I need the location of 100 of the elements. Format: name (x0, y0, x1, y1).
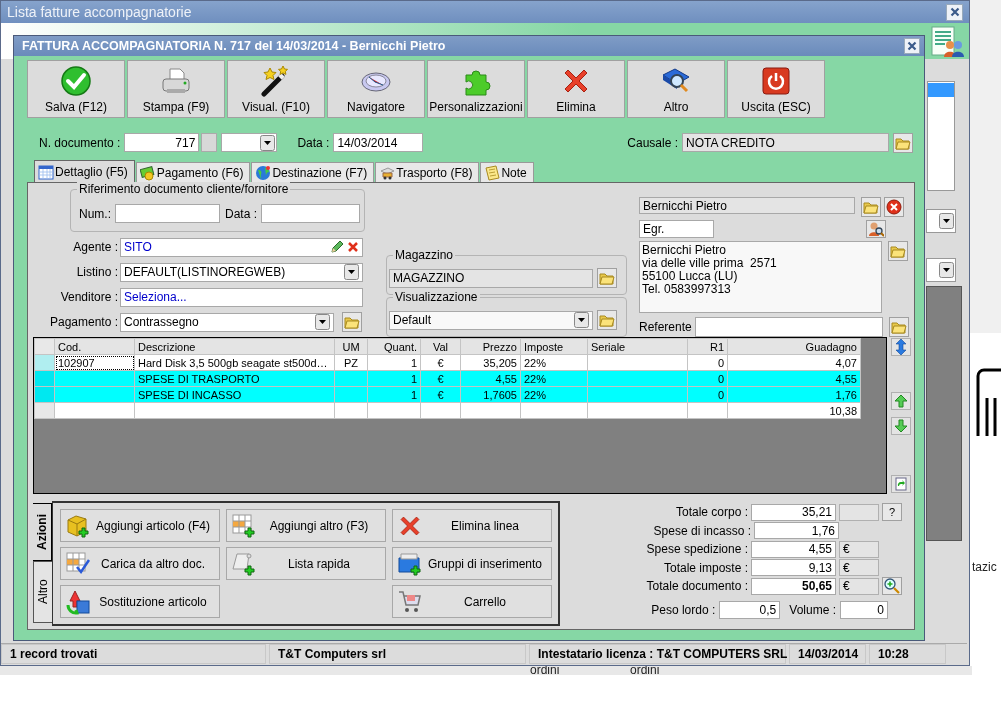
column-header[interactable]: Prezzo (460, 338, 521, 355)
folder-button[interactable] (597, 310, 617, 330)
table-cell (420, 402, 461, 419)
table-cell: 4,07 (727, 354, 861, 371)
recycle-arrows-icon (65, 588, 91, 615)
address-field[interactable]: Bernicchi Pietro via delle ville prima 2571 55100 Lucca (LU) Tel. 0583997313 (639, 241, 882, 313)
agent-field[interactable]: SITO (120, 237, 363, 257)
action-button[interactable]: Elimina linea (392, 509, 552, 542)
column-header[interactable]: Cod. (54, 338, 135, 355)
cart-icon (397, 588, 423, 615)
toolbar-button[interactable]: Personalizzazioni (427, 60, 525, 118)
column-header[interactable]: Imposte (520, 338, 588, 355)
tab[interactable]: Dettaglio (F5) (34, 160, 135, 182)
field-label: Num.: (79, 206, 111, 221)
table-cell (460, 402, 521, 419)
table-cell (520, 402, 588, 419)
group-title: Riferimento documento cliente/fornitore (77, 182, 291, 196)
move-down-button[interactable] (891, 417, 911, 435)
field-label: Data : (297, 135, 330, 150)
column-header[interactable]: UM (334, 338, 368, 355)
close-button[interactable] (946, 3, 963, 21)
column-header[interactable]: R1 (687, 338, 728, 355)
table-cell: € (420, 354, 461, 371)
refresh-button[interactable] (891, 475, 911, 493)
column-header[interactable]: Quant. (367, 338, 421, 355)
date-field[interactable]: 14/03/2014 (333, 133, 424, 152)
tab[interactable]: Trasporto (F8) (375, 162, 480, 182)
toolbar-button[interactable] (930, 25, 964, 59)
remove-button[interactable] (884, 197, 904, 217)
dropdown-field[interactable]: Contrassegno (120, 312, 334, 332)
total-field: 1,76 (754, 522, 839, 539)
dropdown-field[interactable] (926, 258, 956, 282)
action-button[interactable]: Aggiungi articolo (F4) (60, 509, 220, 542)
action-button[interactable]: Carica da altro doc. (60, 547, 220, 580)
person-search-icon (868, 221, 884, 237)
seller-field[interactable]: Seleziona... (120, 287, 363, 307)
number-field[interactable] (115, 204, 220, 223)
side-tab[interactable]: Azioni (33, 503, 52, 561)
toolbar-button[interactable]: Altro (627, 60, 725, 118)
folder-button[interactable] (893, 132, 913, 153)
number-field[interactable]: 0,5 (719, 601, 781, 619)
table-cell: 1 (367, 354, 421, 371)
field-label: Referente (639, 320, 689, 334)
toolbar-button[interactable]: Visual. (F10) (227, 60, 325, 118)
warehouse-field[interactable]: MAGAZZINO (389, 268, 593, 288)
close-button[interactable] (904, 38, 920, 54)
pencil-icon (330, 240, 344, 254)
number-field[interactable]: 0 (840, 601, 888, 619)
column-header[interactable]: Guadagno (727, 338, 861, 355)
group-title: Magazzino (393, 248, 456, 262)
field-label: Listino : (75, 265, 119, 279)
zoom-button[interactable] (882, 577, 902, 595)
close-icon (948, 6, 961, 18)
dropdown-field[interactable] (221, 133, 278, 152)
toolbar-button[interactable]: Elimina (527, 60, 625, 118)
side-tab[interactable]: Altro (33, 561, 52, 623)
toolbar-button[interactable]: Salva (F12) (27, 60, 125, 118)
folder-button[interactable] (597, 268, 617, 288)
date-field[interactable] (261, 204, 361, 223)
table-cell: PZ (334, 354, 368, 371)
tab[interactable]: Note (480, 162, 534, 182)
move-button[interactable] (891, 338, 911, 356)
folder-button[interactable] (342, 312, 362, 332)
table-cell (687, 402, 728, 419)
column-header[interactable]: Seriale (587, 338, 688, 355)
money-icon (139, 164, 156, 181)
up-down-arrows-icon (895, 339, 907, 355)
help-button[interactable]: ? (882, 503, 902, 521)
search-button[interactable] (866, 220, 886, 238)
move-up-button[interactable] (891, 392, 911, 410)
dropdown-field[interactable]: Default (389, 310, 593, 330)
action-button[interactable]: Lista rapida (226, 547, 386, 580)
referente-field[interactable] (695, 317, 883, 337)
toolbar-button[interactable]: Navigatore (327, 60, 425, 118)
column-header[interactable]: Descrizione (134, 338, 335, 355)
toolbar-button[interactable]: Stampa (F9) (127, 60, 225, 118)
folder-icon (599, 313, 615, 327)
note-icon (484, 164, 501, 181)
small-button[interactable] (201, 133, 218, 152)
dropdown-field[interactable] (926, 209, 956, 233)
tab[interactable]: Destinazione (F7) (251, 162, 375, 182)
tab[interactable]: Pagamento (F6) (135, 162, 251, 182)
action-button[interactable]: Carrello (392, 585, 552, 618)
scroll-plus-icon (231, 550, 257, 577)
causale-field[interactable]: NOTA CREDITO (682, 133, 889, 152)
status-field: 1 record trovati (1, 644, 266, 664)
number-field[interactable]: 717 (124, 133, 200, 152)
customer-field[interactable]: Bernicchi Pietro (639, 197, 855, 214)
salutation-field[interactable]: Egr. (639, 220, 714, 238)
field-label: Agente : (72, 240, 119, 254)
currency-field: € (839, 540, 879, 558)
window-title: FATTURA ACCOMPAGNATORIA N. 717 del 14/03/2014 - Bernicchi Pietro (22, 39, 447, 53)
toolbar-button[interactable]: Uscita (ESC) (727, 60, 825, 118)
action-button[interactable]: Gruppi di inserimento (392, 547, 552, 580)
action-button[interactable]: Aggiungi altro (F3) (226, 509, 386, 542)
folder-button[interactable] (889, 317, 909, 337)
dropdown-field[interactable]: DEFAULT(LISTINOREGWEB) (120, 262, 363, 282)
total-label: Totale documento : (646, 579, 748, 593)
column-header[interactable]: Val (420, 338, 461, 355)
action-button[interactable]: Sostituzione articolo (60, 585, 220, 618)
